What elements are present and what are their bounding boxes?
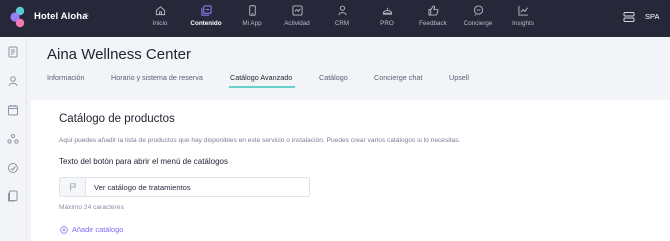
catalog-button-text-input[interactable] [94, 182, 294, 192]
nav-label: Contenido [190, 20, 222, 27]
nav-feedback[interactable]: Feedback [410, 0, 456, 37]
nav-contenido[interactable]: Contenido [183, 0, 229, 37]
nav-mi-app[interactable]: Mi App [229, 0, 275, 37]
field-label: Texto del botón para abrir el menú de ca… [59, 157, 228, 166]
notes-icon[interactable] [7, 190, 19, 202]
space-label[interactable]: SPA [645, 12, 659, 21]
plus-circle-icon [60, 225, 68, 234]
nav-concierge[interactable]: Concierge [455, 0, 501, 37]
calendar-icon[interactable] [7, 104, 19, 116]
activity-icon [291, 5, 303, 16]
left-sidebar [0, 37, 27, 241]
chart-icon [517, 5, 528, 16]
nav-label: Insights [512, 20, 534, 27]
max-length-hint: Máximo 24 caracteres [59, 204, 124, 211]
switch-property-icon[interactable] [623, 11, 635, 23]
nav-label: Feedback [419, 20, 447, 27]
nav-crm[interactable]: CRM [319, 0, 365, 37]
add-catalog-label: Añadir catálogo [72, 225, 124, 234]
thumbs-up-icon [427, 5, 438, 16]
hotel-name[interactable]: Hotel Aloha [34, 11, 88, 22]
input-prefix [60, 178, 86, 196]
tab-concierge-chat[interactable]: Concierge chat [374, 73, 422, 82]
tab-informacion[interactable]: Información [47, 73, 85, 82]
hotel-menu-icon[interactable]: ≡ [84, 11, 89, 20]
flag-icon [69, 183, 76, 191]
nav-label: Mi App [242, 20, 262, 27]
logo-icon [10, 6, 25, 28]
section-description: Aquí puedes añadir la lista de productos… [59, 137, 461, 144]
content-icon [200, 5, 212, 16]
page-title: Aina Wellness Center [47, 46, 191, 63]
nav-inicio[interactable]: Inicio [137, 0, 183, 37]
nav-actividad[interactable]: Actividad [274, 0, 320, 37]
tab-horario[interactable]: Horario y sistema de reserva [111, 73, 203, 82]
top-navigation-bar: Hotel Aloha ≡ Inicio Contenido Mi App Ac… [0, 0, 670, 37]
nav-label: CRM [334, 20, 350, 27]
nav-label: PRO [380, 20, 394, 27]
nav-pro[interactable]: PRO [364, 0, 410, 37]
nav-insights[interactable]: Insights [500, 0, 546, 37]
tab-upsell[interactable]: Upsell [449, 73, 469, 82]
tab-catalogo-avanzado[interactable]: Catálogo Avanzado [230, 73, 292, 82]
chat-icon [473, 5, 483, 16]
phone-icon [248, 5, 256, 16]
hand-icon[interactable] [7, 162, 19, 174]
group-icon[interactable] [7, 133, 19, 145]
catalog-button-text-field[interactable] [59, 177, 310, 197]
document-icon[interactable] [7, 46, 19, 58]
active-tab-indicator [229, 86, 295, 88]
pro-icon [382, 7, 392, 15]
tab-catalogo[interactable]: Catálogo [319, 73, 348, 82]
nav-label: Concierge [463, 20, 493, 27]
add-catalog-button[interactable]: Añadir catálogo [60, 225, 123, 234]
user-icon[interactable] [7, 75, 19, 87]
crm-icon [337, 5, 347, 16]
nav-label: Inicio [152, 20, 168, 27]
nav-label: Actividad [284, 20, 310, 27]
section-title: Catálogo de productos [59, 113, 175, 125]
home-icon [155, 6, 165, 16]
